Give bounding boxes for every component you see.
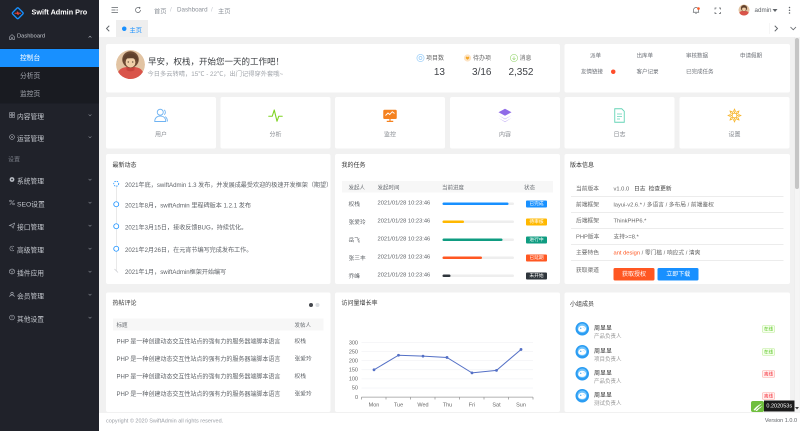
svg-text:Tue: Tue	[394, 403, 403, 409]
svg-text:Sat: Sat	[492, 403, 501, 409]
svg-text:Fri: Fri	[469, 403, 475, 409]
svg-text:100: 100	[349, 377, 358, 383]
svg-text:Mon: Mon	[369, 403, 380, 409]
svg-text:0: 0	[355, 395, 358, 401]
svg-text:250: 250	[349, 350, 358, 356]
svg-text:200: 200	[349, 359, 358, 365]
svg-text:50: 50	[352, 386, 358, 392]
svg-text:Sun: Sun	[516, 403, 526, 409]
svg-text:150: 150	[349, 368, 358, 374]
svg-text:300: 300	[349, 341, 358, 347]
svg-text:Wed: Wed	[417, 403, 428, 409]
svg-text:Thu: Thu	[443, 403, 452, 409]
